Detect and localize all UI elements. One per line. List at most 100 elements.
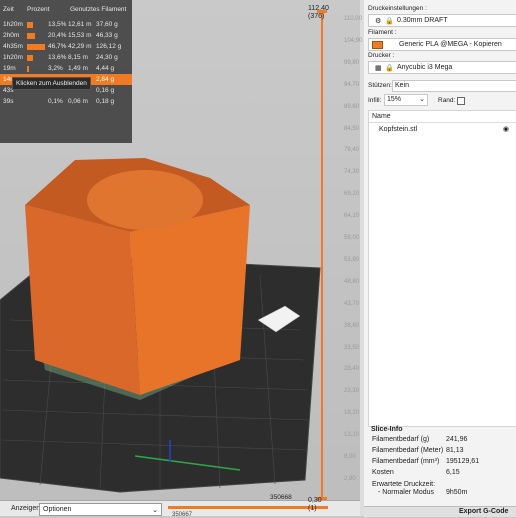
ruler-tick-label: 79,40 — [344, 147, 360, 154]
slice-info-key: Filamentbedarf (Meter) — [372, 447, 444, 454]
stats-percent: 13,6% — [48, 54, 67, 61]
stats-percent: 13,5% — [48, 21, 67, 28]
infill-select[interactable]: 15% ⌄ — [384, 94, 428, 106]
stats-meters: 1,49 m — [68, 65, 88, 72]
slice-info-value: 9h50m — [446, 489, 468, 496]
ruler-tick-label: 69,20 — [344, 191, 360, 198]
printer-value: Anycubic i3 Mega — [397, 64, 453, 71]
slice-info-key: Kosten — [372, 469, 394, 476]
infill-label: Infill: — [368, 97, 382, 104]
export-gcode-button[interactable]: Export G-Code — [364, 506, 516, 517]
supports-select[interactable]: Kein — [392, 80, 516, 92]
print-settings-value: 0.30mm DRAFT — [397, 17, 448, 24]
ruler-tick-label: 74,30 — [344, 169, 360, 176]
stats-bar — [27, 22, 33, 28]
stats-time: 2h0m — [3, 32, 20, 39]
object-list: Name Kopfstein.stl ◉ — [368, 110, 516, 427]
stats-grams: 37,60 g — [96, 21, 118, 28]
ruler-tick-label: 99,80 — [344, 59, 360, 66]
ruler-tick-label: 89,60 — [344, 103, 360, 110]
layer-top-number: (376) — [308, 13, 325, 20]
display-options-value: Optionen — [43, 506, 72, 513]
chevron-down-icon: ⌄ — [152, 507, 158, 514]
ruler-tick-label: 110,00 — [344, 16, 362, 22]
infill-value: 15% — [387, 96, 402, 103]
brim-checkbox[interactable] — [457, 97, 465, 105]
layer-bottom-height: 0,30 — [308, 497, 322, 504]
stats-row[interactable]: 2h0m 20,4% 15,53 m 46,33 g — [0, 30, 132, 41]
layer-bottom-number: (1) — [308, 505, 317, 512]
export-gcode-label: Export G-Code — [459, 508, 509, 515]
stats-percent: 20,4% — [48, 32, 67, 39]
stats-row[interactable]: 1h20m 13,5% 12,61 m 37,60 g — [0, 19, 132, 30]
brim-label: Rand: — [438, 97, 456, 104]
stats-header-time: Zeit — [3, 6, 14, 13]
ruler-tick-label: 18,20 — [344, 410, 360, 417]
gear-icon: ⚙ — [375, 18, 382, 25]
display-options-select[interactable]: Optionen ⌄ — [39, 503, 162, 516]
layer-top-label: 112,40 (376) — [308, 5, 329, 21]
stats-bar — [27, 55, 33, 61]
layer-stats-panel: Zeit Prozent Genutztes Filament 1h20m 13… — [0, 0, 132, 143]
ruler-tick-label: 13,10 — [344, 432, 360, 439]
stats-time: 1h20m — [3, 54, 23, 61]
stats-row[interactable]: 39s 0,1% 0,06 m 0,18 g — [0, 96, 132, 107]
layer-slider-top-thumb[interactable] — [317, 10, 327, 13]
slice-info-key: Erwartete Druckzeit: — [372, 481, 436, 488]
lock-icon: 🔒 — [385, 18, 394, 25]
model-cavity — [87, 170, 203, 230]
filament-combo[interactable]: Generic PLA @MEGA - Kopieren — [368, 38, 516, 51]
stats-grams: 2,84 g — [96, 76, 115, 83]
horizontal-slider[interactable] — [168, 506, 328, 509]
stats-bar — [27, 44, 45, 50]
stats-time: 39s — [3, 98, 14, 105]
slice-info-value: 81,13 — [446, 447, 464, 454]
slice-info-value: 195129,61 — [446, 458, 480, 465]
stats-percent: 0,1% — [48, 98, 63, 105]
ruler-tick-label: 33,50 — [344, 344, 360, 351]
stats-bar — [27, 66, 29, 72]
slice-info-panel: Slice-Info Filamentbedarf (g) 241,96 Fil… — [368, 424, 516, 506]
stats-time: 1h20m — [3, 21, 23, 28]
stats-header-filament: Genutztes Filament — [70, 6, 127, 13]
ruler-tick-label: 64,10 — [344, 213, 360, 220]
chevron-down-icon: ⌄ — [419, 96, 425, 103]
stats-grams: 126,12 g — [96, 43, 122, 50]
ruler-tick-label: 53,90 — [344, 256, 360, 263]
ruler-tick-label: 38,60 — [344, 322, 360, 329]
slice-info-key: Filamentbedarf (mm³) — [372, 458, 440, 465]
print-settings-combo[interactable]: ⚙ 🔒 0.30mm DRAFT — [368, 14, 516, 27]
stats-row[interactable]: 19m 3,2% 1,49 m 4,44 g — [0, 63, 132, 74]
filament-color-swatch[interactable] — [372, 41, 383, 49]
stats-grams: 46,33 g — [96, 32, 118, 39]
stats-grams: 0,18 g — [96, 98, 115, 105]
stats-meters: 42,29 m — [68, 43, 92, 50]
stats-row[interactable]: 4h35m 46,7% 42,29 m 126,12 g — [0, 41, 132, 52]
stats-percent: 46,7% — [48, 43, 67, 50]
object-name: Kopfstein.stl — [379, 126, 418, 133]
horizontal-slider-value: 350668 — [270, 494, 292, 501]
stats-grams: 24,30 g — [96, 54, 118, 61]
stats-meters: 0,06 m — [68, 98, 88, 105]
slice-info-value: 241,96 — [446, 436, 468, 443]
printer-combo[interactable]: ▦ 🔒 Anycubic i3 Mega — [368, 61, 516, 74]
layer-slider-track[interactable] — [321, 10, 323, 500]
layer-bottom-label: 0,30 (1) — [308, 497, 322, 513]
eye-icon[interactable]: ◉ — [503, 125, 509, 133]
list-item[interactable]: Kopfstein.stl ◉ — [369, 124, 516, 135]
stats-percent: 3,2% — [48, 65, 63, 72]
stats-header-percent: Prozent — [27, 6, 50, 13]
lock-icon: 🔒 — [385, 65, 394, 72]
ruler-tick-label: 48,80 — [344, 278, 360, 285]
stats-time: 4h35m — [3, 43, 23, 50]
ruler-tick-label: 104,90 — [344, 37, 363, 44]
ruler-tick-label: 59,00 — [344, 235, 360, 242]
ruler-tick-label: 23,30 — [344, 388, 360, 395]
filament-value: Generic PLA @MEGA - Kopieren — [399, 41, 502, 48]
filament-label: Filament : — [368, 29, 397, 36]
print-settings-label: Druckeinstellungen : — [368, 5, 427, 12]
ruler-tick-label: 2,90 — [344, 476, 356, 482]
stats-row[interactable]: 1h20m 13,6% 8,15 m 24,30 g — [0, 52, 132, 63]
supports-value: Kein — [395, 82, 410, 89]
ruler-tick-label: 94,70 — [344, 81, 360, 88]
